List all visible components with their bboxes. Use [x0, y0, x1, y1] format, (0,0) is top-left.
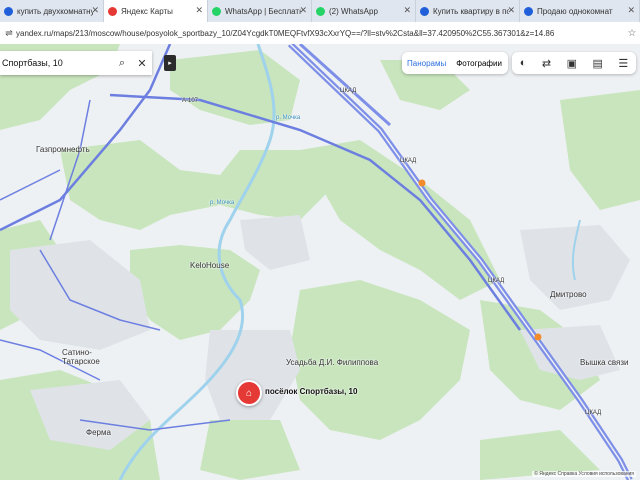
label-satino: Сатино- Татарское [62, 348, 100, 366]
clear-icon[interactable]: ✕ [132, 57, 152, 70]
bookmark-star-icon[interactable]: ☆ [624, 28, 640, 39]
search-box[interactable]: Спортбазы, 10 ⌕ ✕ [0, 51, 152, 75]
label-ckad: ЦКАД [340, 88, 357, 94]
address-bar[interactable]: ⇌ yandex.ru/maps/213/moscow/house/posyol… [0, 22, 640, 45]
tab-2[interactable]: WhatsApp | Бесплатны ✕ [208, 0, 312, 22]
layers-icon[interactable]: ◐ [520, 57, 527, 69]
selected-place-marker-icon[interactable]: ⌂ [236, 380, 262, 406]
close-tab-icon[interactable]: ✕ [195, 5, 203, 16]
close-tab-icon[interactable]: ✕ [299, 5, 307, 16]
tab-title: Купить квартиру в пос [433, 6, 509, 16]
close-tab-icon[interactable]: ✕ [91, 5, 99, 16]
tab-0[interactable]: купить двухкомнатную ✕ [0, 0, 104, 22]
close-tab-icon[interactable]: ✕ [627, 5, 635, 16]
map-footer: © Яндекс Справка Условия использования [532, 471, 636, 477]
tab-title: (2) WhatsApp [329, 6, 378, 16]
selected-place-label[interactable]: посёлок Спортбазы, 10 [265, 387, 357, 396]
tab-title: WhatsApp | Бесплатны [225, 6, 301, 16]
menu-icon[interactable]: ☰ [618, 57, 628, 70]
highway-marker-icon [534, 333, 542, 341]
tab-favicon-icon [212, 6, 221, 16]
tab-5[interactable]: Продаю однокомнатн ✕ [520, 0, 640, 22]
panoramas-button[interactable]: Панорамы [402, 59, 451, 68]
label-usadba: Усадьба Д.И. Филиппова [286, 358, 379, 367]
route-icon[interactable]: ⇄ [542, 57, 551, 70]
label-ckad: ЦКАД [488, 278, 505, 284]
url-text[interactable]: yandex.ru/maps/213/moscow/house/posyolok… [16, 29, 624, 38]
label-river: р. Мочка [276, 115, 301, 121]
tab-1[interactable]: Яндекс Карты ✕ [104, 0, 208, 22]
close-tab-icon[interactable]: ✕ [403, 5, 411, 16]
tab-favicon-icon [524, 6, 533, 16]
close-tab-icon[interactable]: ✕ [507, 5, 515, 16]
map-tools: ◐ ⇄ ▣ ▤ ☰ [512, 52, 636, 74]
label-gazpromneft: Газпромнефть [36, 145, 90, 154]
layers-panel: Панорамы Фотографии [402, 52, 508, 74]
tab-favicon-icon [108, 6, 117, 16]
label-river: р. Мочка [210, 200, 235, 206]
search-icon[interactable]: ⌕ [112, 57, 132, 70]
tab-favicon-icon [420, 6, 429, 16]
site-info-icon[interactable]: ⇌ [2, 28, 16, 39]
label-dmitrovo: Дмитрово [550, 290, 587, 299]
tab-favicon-icon [316, 6, 325, 16]
highway-marker-icon [418, 179, 426, 187]
photos-button[interactable]: Фотографии [451, 59, 507, 68]
tab-3[interactable]: (2) WhatsApp ✕ [312, 0, 416, 22]
tab-title: Продаю однокомнатн [537, 6, 613, 16]
tab-favicon-icon [4, 6, 13, 16]
bus-icon[interactable]: ▤ [592, 57, 602, 70]
tab-bar: купить двухкомнатную ✕ Яндекс Карты ✕ What… [0, 0, 640, 22]
tab-title: купить двухкомнатную [17, 6, 93, 16]
tab-title: Яндекс Карты [121, 6, 173, 16]
label-ferma: Ферма [86, 428, 111, 437]
label-ckad: ЦКАД [585, 410, 602, 416]
label-road-a107: А-107 [182, 98, 199, 104]
label-kelohouse: KeloHouse [190, 261, 230, 270]
transport-icon[interactable]: ▣ [567, 57, 577, 70]
label-ckad: ЦКАД [400, 158, 417, 164]
search-input[interactable]: Спортбазы, 10 [0, 58, 112, 68]
tab-4[interactable]: Купить квартиру в пос ✕ [416, 0, 520, 22]
label-tower: Вышка связи [580, 358, 629, 367]
collapse-panel-button[interactable]: ▸ [164, 55, 176, 71]
map-canvas[interactable] [0, 44, 640, 480]
